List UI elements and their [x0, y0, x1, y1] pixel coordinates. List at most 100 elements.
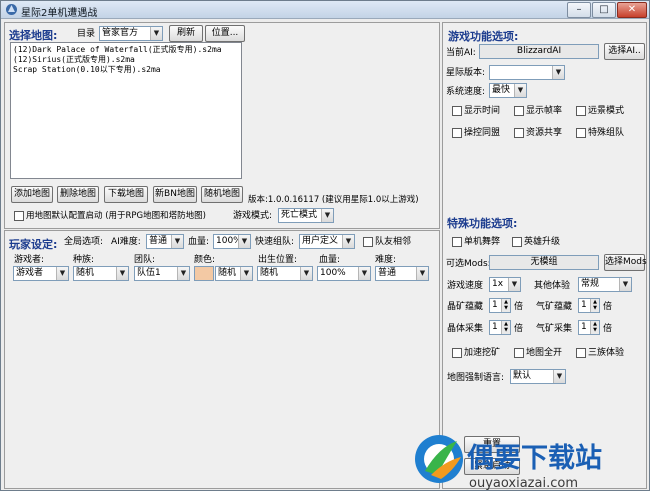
map-lang-select[interactable]: 默认 ▼: [510, 369, 566, 384]
ai-difficulty-select[interactable]: 普通 ▼: [146, 234, 184, 249]
delete-map-button[interactable]: 删除地图: [57, 186, 99, 203]
gas-storage-label: 气矿蕴藏: [536, 302, 573, 312]
new-bn-map-button[interactable]: 新BN地图: [153, 186, 197, 203]
list-item[interactable]: (12)Dark Palace of Waterfall(正式版专用).s2ma: [13, 45, 239, 55]
crystal-gather-label: 晶体采集: [447, 324, 484, 334]
close-button[interactable]: ✕: [617, 2, 647, 18]
minimize-button[interactable]: –: [567, 2, 591, 18]
system-speed-select[interactable]: 最快 ▼: [489, 83, 527, 98]
random-map-button[interactable]: 随机地图: [201, 186, 243, 203]
player-hp-select[interactable]: 100% ▼: [317, 266, 371, 281]
unit-bei: 倍: [514, 302, 524, 312]
current-ai-field[interactable]: BlizzardAI: [479, 44, 599, 59]
default-config-label: 用地图默认配置启动 (用于RPG地图和塔防地图): [26, 211, 206, 221]
gas-gather-spinner[interactable]: 1 ▲ ▼: [578, 320, 600, 335]
system-speed-value: 最快: [492, 85, 511, 95]
game-speed-select[interactable]: 1x ▼: [489, 277, 521, 292]
gas-gather-label: 气矿采集: [536, 324, 573, 334]
dir-label: 目录: [77, 29, 96, 39]
show-fps-label: 显示帧率: [526, 106, 563, 116]
player-difficulty-select[interactable]: 普通 ▼: [375, 266, 429, 281]
show-fps-checkbox[interactable]: [514, 106, 524, 116]
show-time-label: 显示时间: [464, 106, 501, 116]
chevron-down-icon: ▼: [321, 209, 333, 222]
show-time-checkbox[interactable]: [452, 106, 462, 116]
ai-difficulty-label: AI难度:: [111, 237, 141, 247]
team-select[interactable]: 队伍1 ▼: [134, 266, 190, 281]
sc-version-select[interactable]: ▼: [489, 65, 565, 80]
spin-arrows-icon[interactable]: ▲ ▼: [590, 299, 599, 312]
quick-team-label: 快速组队:: [255, 237, 295, 247]
location-button[interactable]: 位置...: [205, 25, 245, 42]
dir-select[interactable]: 管家官方 ▼: [99, 26, 163, 41]
hp-label: 血量:: [188, 237, 210, 247]
player-settings-header: 玩家设定:: [9, 238, 58, 251]
far-view-checkbox[interactable]: [576, 106, 586, 116]
spin-arrows-icon[interactable]: ▲ ▼: [501, 321, 510, 334]
col-team-header: 团队:: [134, 255, 156, 265]
crystal-gather-spinner[interactable]: 1 ▲ ▼: [489, 320, 511, 335]
gas-storage-spinner[interactable]: 1 ▲ ▼: [578, 298, 600, 313]
hero-upgrade-checkbox[interactable]: [512, 237, 522, 247]
chevron-down-icon: ▼: [56, 267, 68, 280]
special-team-checkbox[interactable]: [576, 128, 586, 138]
game-mode-select[interactable]: 死亡模式 ▼: [278, 208, 334, 223]
list-item[interactable]: (12)Sirius(正式版专用).s2ma: [13, 55, 239, 65]
spawn-select[interactable]: 随机 ▼: [257, 266, 313, 281]
maximize-button[interactable]: □: [592, 2, 616, 18]
select-mods-button[interactable]: 选择Mods: [604, 254, 647, 271]
spin-arrows-icon[interactable]: ▲ ▼: [501, 299, 510, 312]
list-item[interactable]: Scrap Station(0.10以下专用).s2ma: [13, 65, 239, 75]
map-list[interactable]: (12)Dark Palace of Waterfall(正式版专用).s2ma…: [10, 42, 242, 179]
chevron-down-icon: ▼: [150, 27, 162, 40]
player-select[interactable]: 游戏者 ▼: [13, 266, 69, 281]
other-exp-select[interactable]: 常规 ▼: [578, 277, 632, 292]
game-mode-value: 死亡模式: [281, 210, 318, 220]
map-lang-label: 地图强制语言:: [447, 373, 505, 383]
refresh-button[interactable]: 刷新: [169, 25, 203, 42]
mods-label: 可选Mods:: [446, 259, 491, 269]
watermark-brand: 偶要下载站: [467, 443, 602, 474]
game-speed-value: 1x: [492, 279, 504, 289]
col-spawn-header: 出生位置:: [258, 255, 298, 265]
version-text: 版本:1.0.0.16117 (建议用星际1.0以上游戏): [248, 195, 419, 205]
ally-adjacent-label: 队友相邻: [375, 237, 412, 247]
unit-bei: 倍: [603, 302, 613, 312]
hero-upgrade-label: 英雄升级: [524, 237, 561, 247]
color-select[interactable]: 随机 ▼: [215, 266, 253, 281]
map-select-header: 选择地图:: [9, 29, 58, 42]
chevron-down-icon: ▼: [553, 370, 565, 383]
color-swatch[interactable]: [194, 266, 214, 281]
quick-team-value: 用户定义: [302, 236, 339, 246]
special-team-label: 特殊组队: [588, 128, 625, 138]
race-select[interactable]: 随机 ▼: [73, 266, 129, 281]
fast-mining-checkbox[interactable]: [452, 348, 462, 358]
chevron-down-icon: ▼: [171, 235, 183, 248]
col-difficulty-header: 难度:: [375, 255, 397, 265]
app-icon: [6, 4, 17, 15]
spin-arrows-icon[interactable]: ▲ ▼: [590, 321, 599, 334]
crystal-storage-spinner[interactable]: 1 ▲ ▼: [489, 298, 511, 313]
download-map-button[interactable]: 下载地图: [104, 186, 148, 203]
select-ai-button[interactable]: 选择AI..: [604, 43, 645, 60]
chevron-down-icon: ▼: [238, 235, 250, 248]
control-ally-checkbox[interactable]: [452, 128, 462, 138]
ally-adjacent-checkbox[interactable]: [363, 237, 373, 247]
hp-select[interactable]: 100% ▼: [213, 234, 251, 249]
game-options-header: 游戏功能选项:: [448, 30, 519, 43]
default-config-checkbox[interactable]: [14, 211, 24, 221]
quick-team-select[interactable]: 用户定义 ▼: [299, 234, 355, 249]
map-reveal-checkbox[interactable]: [514, 348, 524, 358]
add-map-button[interactable]: 添加地图: [11, 186, 53, 203]
player-hp-value: 100%: [320, 268, 346, 278]
chevron-down-icon: ▼: [240, 267, 252, 280]
mods-field[interactable]: 无模组: [489, 255, 599, 270]
game-speed-label: 游戏速度: [447, 281, 484, 291]
single-dance-checkbox[interactable]: [452, 237, 462, 247]
title-bar: 星际2单机遭遇战 – □ ✕: [1, 1, 649, 19]
crystal-storage-label: 晶矿蕴藏: [447, 302, 484, 312]
share-resources-checkbox[interactable]: [514, 128, 524, 138]
chevron-down-icon: ▼: [342, 235, 354, 248]
chevron-down-icon: ▼: [514, 84, 526, 97]
three-races-checkbox[interactable]: [576, 348, 586, 358]
